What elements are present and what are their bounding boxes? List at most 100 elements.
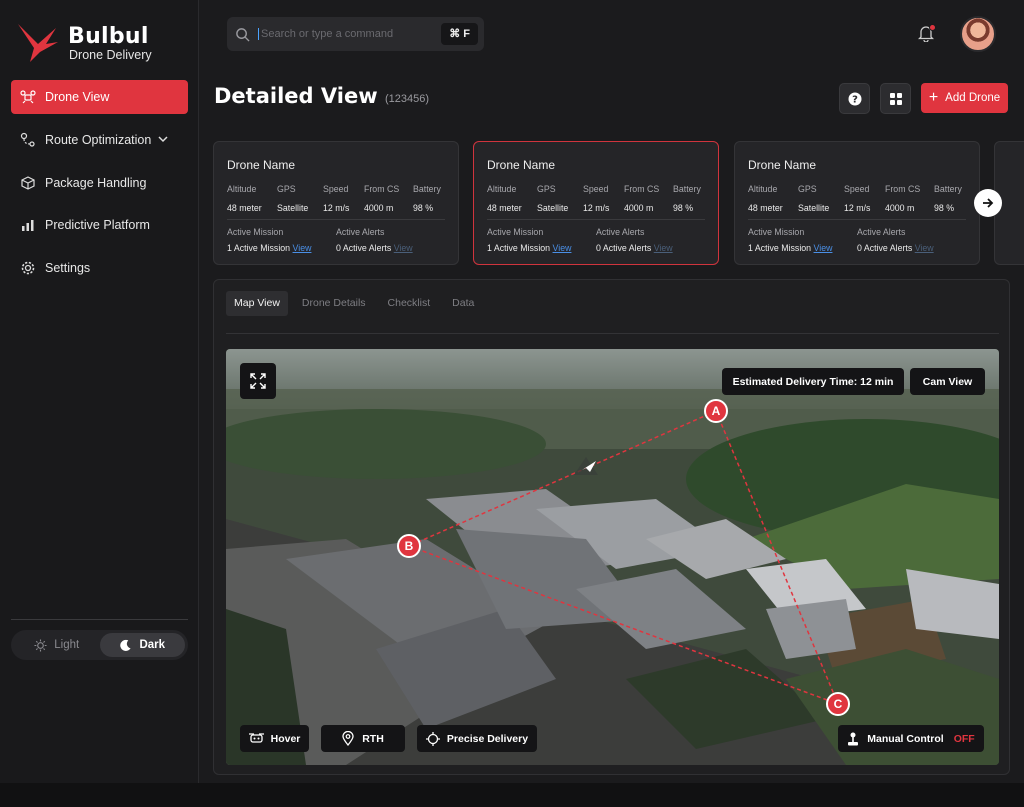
tabs-divider xyxy=(226,333,999,334)
cam-view-button[interactable]: Cam View xyxy=(910,368,985,395)
manual-control-toggle[interactable]: Manual Control OFF xyxy=(838,725,984,752)
view-mission-link[interactable]: View xyxy=(293,243,312,253)
view-alerts-link[interactable]: View xyxy=(394,243,413,253)
view-alerts-link[interactable]: View xyxy=(654,243,673,253)
hover-label: Hover xyxy=(270,732,301,745)
rth-label: RTH xyxy=(362,732,384,745)
next-cards-button[interactable] xyxy=(974,189,1002,217)
route-icon xyxy=(20,132,35,147)
map-panel: Map View Drone Details Checklist Data Es… xyxy=(213,279,1010,775)
sidebar: Bulbul Drone Delivery Drone View Route O… xyxy=(0,0,199,783)
view-tabs: Map View Drone Details Checklist Data xyxy=(226,291,488,316)
drone-stat-labels: Altitude GPS Speed From CS Battery xyxy=(748,184,966,194)
chevron-down-icon[interactable] xyxy=(157,133,169,145)
tab-data[interactable]: Data xyxy=(444,291,482,316)
search-shortcut-badge: ⌘ F xyxy=(441,23,478,45)
help-icon: ? xyxy=(848,92,861,105)
eta-badge: Estimated Delivery Time: 12 min xyxy=(722,368,904,395)
brand-name: Bulbul xyxy=(68,24,149,49)
rth-button[interactable]: RTH xyxy=(321,725,405,752)
card-divider xyxy=(227,219,445,220)
page-id: (123456) xyxy=(385,93,430,105)
precise-delivery-button[interactable]: Precise Delivery xyxy=(417,725,537,752)
search-bar[interactable]: ⌘ F xyxy=(227,17,484,51)
help-button[interactable]: ? xyxy=(839,83,870,114)
view-mission-link[interactable]: View xyxy=(814,243,833,253)
waypoint-a[interactable]: A xyxy=(704,399,728,423)
hover-button[interactable]: Hover xyxy=(240,725,309,752)
active-mission-label: Active Mission xyxy=(487,227,544,237)
waypoint-c[interactable]: C xyxy=(826,692,850,716)
package-icon xyxy=(21,176,35,190)
drone-name: Drone Name xyxy=(227,158,296,172)
sidebar-item-package-handling[interactable]: Package Handling xyxy=(11,166,188,200)
stat-label-speed: Speed xyxy=(583,184,609,194)
stat-value-from-cs: 4000 m xyxy=(885,203,915,213)
stat-value-from-cs: 4000 m xyxy=(364,203,394,213)
joystick-icon xyxy=(848,732,859,745)
view-mission-link[interactable]: View xyxy=(553,243,572,253)
waypoint-b[interactable]: B xyxy=(397,534,421,558)
grid-view-button[interactable] xyxy=(880,83,911,114)
search-input[interactable] xyxy=(258,28,428,40)
stat-label-battery: Battery xyxy=(673,184,701,194)
add-drone-label: Add Drone xyxy=(945,92,1001,104)
brand-logo[interactable]: Bulbul Drone Delivery xyxy=(16,22,191,64)
topbar: ⌘ F xyxy=(200,0,1024,67)
theme-dark-option[interactable]: Dark xyxy=(99,633,185,657)
view-alerts-link[interactable]: View xyxy=(915,243,934,253)
aerial-map[interactable]: Estimated Delivery Time: 12 min Cam View… xyxy=(226,349,999,765)
stat-label-speed: Speed xyxy=(844,184,870,194)
aerial-map-image xyxy=(226,349,999,765)
sidebar-item-settings[interactable]: Settings xyxy=(11,251,188,285)
stat-value-altitude: 48 meter xyxy=(748,203,783,213)
notification-dot xyxy=(929,24,936,31)
active-mission-label: Active Mission xyxy=(748,227,805,237)
precise-delivery-label: Precise Delivery xyxy=(446,732,529,745)
sidebar-item-label: Predictive Platform xyxy=(45,218,150,232)
active-mission-value: 1 Active Mission xyxy=(748,243,812,253)
stat-label-from-cs: From CS xyxy=(885,184,921,194)
stat-value-altitude: 48 meter xyxy=(487,203,522,213)
active-alerts-label: Active Alerts xyxy=(596,227,645,237)
search-icon xyxy=(236,27,250,42)
grid-icon xyxy=(889,92,902,105)
avatar[interactable] xyxy=(960,16,996,52)
sidebar-item-route-optimization[interactable]: Route Optimization xyxy=(11,123,188,157)
arrow-right-icon xyxy=(983,198,994,208)
stat-value-gps: Satellite xyxy=(277,203,309,213)
stat-label-gps: GPS xyxy=(537,184,556,194)
drone-stat-labels: Altitude GPS Speed From CS Battery xyxy=(487,184,705,194)
stat-value-altitude: 48 meter xyxy=(227,203,262,213)
expand-icon xyxy=(250,373,266,389)
sun-icon xyxy=(34,638,47,652)
drone-card[interactable]: Drone Name Altitude GPS Speed From CS Ba… xyxy=(734,141,980,265)
manual-control-label: Manual Control xyxy=(867,732,944,745)
sidebar-item-predictive-platform[interactable]: Predictive Platform xyxy=(11,208,188,242)
drone-card[interactable]: Drone Name Altitude GPS Speed From CS Ba… xyxy=(213,141,459,265)
stat-value-speed: 12 m/s xyxy=(583,203,610,213)
fullscreen-button[interactable] xyxy=(240,363,276,399)
active-mission-label: Active Mission xyxy=(227,227,284,237)
theme-light-option[interactable]: Light xyxy=(14,633,100,657)
tab-map-view[interactable]: Map View xyxy=(226,291,288,316)
manual-control-state: OFF xyxy=(953,732,975,745)
stat-label-gps: GPS xyxy=(277,184,296,194)
tab-drone-details[interactable]: Drone Details xyxy=(294,291,374,316)
brand-tagline: Drone Delivery xyxy=(69,48,152,62)
card-divider xyxy=(487,219,705,220)
theme-toggle[interactable]: Light Dark xyxy=(11,630,188,660)
sidebar-item-label: Route Optimization xyxy=(45,133,152,147)
stat-value-battery: 98 % xyxy=(673,203,694,213)
stat-value-speed: 12 m/s xyxy=(323,203,350,213)
hover-drone-icon xyxy=(248,733,264,743)
stat-value-battery: 98 % xyxy=(413,203,434,213)
add-drone-button[interactable]: + Add Drone xyxy=(921,83,1008,113)
gear-icon xyxy=(21,261,35,275)
drone-card-selected[interactable]: Drone Name Altitude GPS Speed From CS Ba… xyxy=(473,141,719,265)
stat-label-battery: Battery xyxy=(413,184,441,194)
sidebar-item-drone-view[interactable]: Drone View xyxy=(11,80,188,114)
analytics-icon xyxy=(22,220,34,231)
tab-checklist[interactable]: Checklist xyxy=(380,291,439,316)
crosshair-icon xyxy=(425,731,440,746)
